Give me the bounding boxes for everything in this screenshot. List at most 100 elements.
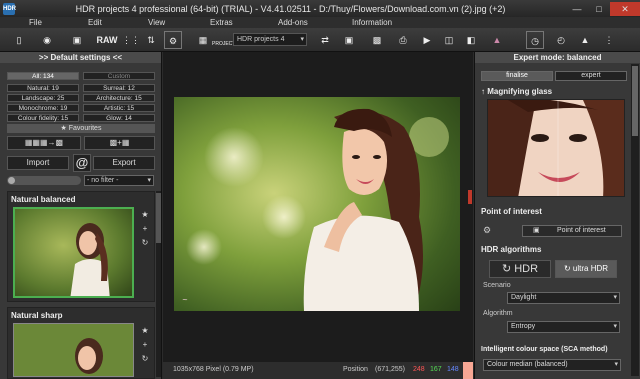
settings-icon[interactable]: ⚙ [483, 225, 497, 237]
star-icon: ★ [60, 125, 69, 132]
main-photo[interactable]: ~ [174, 97, 460, 311]
add-preset-button[interactable]: ▩+▦ [84, 136, 155, 150]
minimize-button[interactable]: — [566, 2, 588, 16]
menu-view[interactable]: View [148, 18, 165, 27]
scroll-thumb[interactable] [156, 193, 161, 243]
category-glow[interactable]: Glow: 14 [83, 114, 155, 122]
app-logo-icon: HDR [3, 2, 16, 15]
refresh-icon[interactable]: ↻ [138, 352, 152, 366]
print-icon[interactable]: ⎙ [394, 31, 412, 49]
import-button[interactable]: Import [7, 156, 69, 170]
menu-extras[interactable]: Extras [210, 18, 233, 27]
category-surreal[interactable]: Surreal: 12 [83, 84, 155, 92]
tab-expert[interactable]: expert [555, 71, 627, 81]
magnifier-title: ↑ Magnifying glass [481, 87, 552, 96]
plus-icon[interactable]: + [138, 222, 152, 236]
preset-name: Natural sharp [11, 311, 63, 320]
hdr-button[interactable]: ↻ HDR [489, 260, 551, 278]
scenario-select[interactable]: Daylight ▾ [507, 292, 620, 304]
toolbar: ▯ ◉ ▣ RAW ⋮⋮ ⇅ ⚙ ▦ PROJECTS HDR projects… [0, 28, 640, 52]
camera-icon[interactable]: ◉ [38, 31, 56, 49]
category-natural[interactable]: Natural: 19 [7, 84, 79, 92]
star-icon[interactable]: ★ [138, 208, 152, 222]
main-photo-image: ~ [174, 97, 460, 311]
category-colour-fidelity[interactable]: Colour fidelity: 15 [7, 114, 79, 122]
raw-button[interactable]: RAW [96, 31, 118, 49]
menu-information[interactable]: Information [352, 18, 392, 27]
compare-icon[interactable]: ▣ [340, 31, 358, 49]
timer-icon[interactable]: ◴ [552, 31, 570, 49]
category-artistic[interactable]: Artistic: 15 [83, 104, 155, 112]
panel-header[interactable]: >> Default settings << [0, 52, 161, 63]
gear-icon[interactable]: ⚙ [164, 31, 182, 49]
save-icon[interactable]: ▦ [194, 31, 212, 49]
preset-card[interactable]: Natural balanced ★ + ↻ [7, 191, 155, 302]
refresh-icon[interactable]: ↻ [138, 236, 152, 250]
title-bar: HDR HDR projects 4 professional (64-bit)… [0, 0, 640, 17]
chevron-down-icon: ▾ [613, 294, 617, 301]
position-label: Position [343, 366, 368, 373]
plus-icon[interactable]: + [138, 338, 152, 352]
split-marker[interactable] [468, 190, 472, 204]
preset-thumbnail[interactable] [13, 323, 134, 377]
more-icon[interactable]: ⋮ [600, 31, 618, 49]
star-icon[interactable]: ★ [138, 324, 152, 338]
add-grid-icon: ▩+▦ [109, 138, 130, 147]
menu-edit[interactable]: Edit [88, 18, 102, 27]
import-image-icon[interactable]: ▣ [68, 31, 86, 49]
category-custom[interactable]: Custom [83, 72, 155, 80]
image-canvas[interactable]: ~ [163, 52, 473, 362]
workflow-icon[interactable]: ⇄ [316, 31, 334, 49]
ultra-hdr-button[interactable]: ↻ ultra HDR [555, 260, 617, 278]
ics-select[interactable]: Colour median (balanced) ▾ [483, 359, 621, 371]
export-icon[interactable]: ▩ [368, 31, 386, 49]
maximize-button[interactable]: □ [588, 2, 610, 16]
magnifier-image [488, 100, 624, 196]
grid-arrow-icon: ▦▦▦→▩ [24, 138, 64, 147]
toggle-knob [8, 177, 15, 184]
category-monochrome[interactable]: Monochrome: 19 [7, 104, 79, 112]
scroll-thumb[interactable] [632, 66, 638, 136]
levels-icon[interactable]: ▲ [576, 31, 594, 49]
algorithm-select[interactable]: Entropy ▾ [507, 321, 620, 333]
watermark-signature: ~ [182, 296, 188, 304]
preset-scrollbar[interactable] [156, 191, 161, 377]
filter-value: - no filter - [87, 177, 119, 184]
load-preset-button[interactable]: ▦▦▦→▩ [7, 136, 81, 150]
export-button[interactable]: Export [93, 156, 155, 170]
magnifier-title-text: Magnifying glass [487, 87, 553, 96]
email-button[interactable]: @ [73, 154, 91, 172]
point-of-interest-button[interactable]: ▣ Point of interest [522, 225, 622, 237]
play-icon[interactable]: ▶ [418, 31, 436, 49]
menu-file[interactable]: File [29, 18, 42, 27]
filter-toggle[interactable] [7, 176, 81, 185]
crop-icon[interactable]: ◧ [462, 31, 480, 49]
bracket-icon[interactable]: ⋮⋮ [122, 31, 140, 49]
sliders-icon[interactable]: ⇅ [142, 31, 160, 49]
history-icon[interactable]: ◷ [526, 31, 544, 49]
hdr-icon: ↻ [501, 263, 515, 275]
histogram-icon[interactable]: ▲ [488, 31, 506, 49]
close-button[interactable]: ✕ [610, 1, 640, 16]
category-all[interactable]: All: 134 [7, 72, 79, 80]
preset-thumbnail[interactable] [13, 207, 134, 298]
category-landscape[interactable]: Landscape: 25 [7, 94, 79, 102]
filter-select[interactable]: - no filter - ▾ [84, 175, 154, 186]
magnifier-view[interactable] [487, 99, 625, 197]
menu-addons[interactable]: Add-ons [278, 18, 308, 27]
poi-button-label: Point of interest [557, 227, 606, 234]
project-select[interactable]: HDR projects 4 ▾ [233, 33, 307, 46]
split-view-icon[interactable]: ◫ [440, 31, 458, 49]
new-document-icon[interactable]: ▯ [10, 31, 28, 49]
projects-button[interactable]: PROJECTS [212, 31, 239, 49]
preset-card[interactable]: Natural sharp ★ + ↻ [7, 307, 155, 379]
window-title: HDR projects 4 professional (64-bit) (TR… [75, 3, 506, 14]
tab-finalise[interactable]: finalise [481, 71, 553, 81]
ultra-hdr-button-label: ultra HDR [572, 264, 609, 273]
menu-bar: File Edit View Extras Add-ons Informatio… [0, 17, 640, 28]
hdr-button-label: HDR [514, 263, 539, 275]
category-architecture[interactable]: Architecture: 15 [83, 94, 155, 102]
right-panel-scrollbar[interactable] [631, 64, 639, 376]
cursor-coords: (671,255) [375, 366, 405, 373]
favourites-button[interactable]: ★ Favourites [7, 124, 155, 133]
